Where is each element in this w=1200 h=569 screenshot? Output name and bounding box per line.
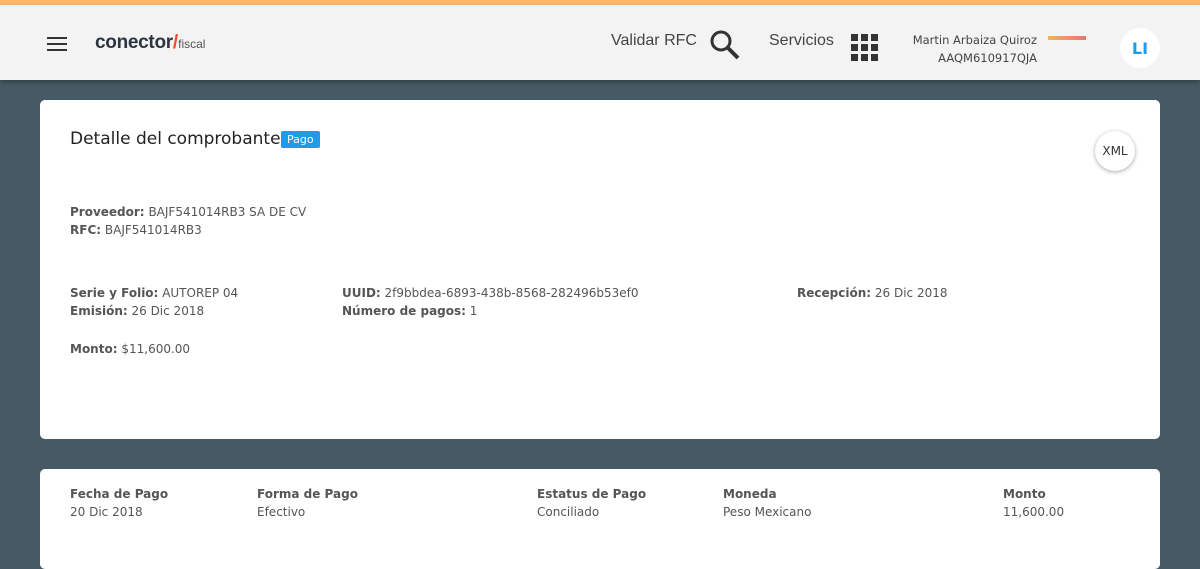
payment-col-forma: Forma de Pago Efectivo (257, 487, 358, 519)
search-icon (710, 30, 740, 60)
serie-field: Serie y Folio: AUTOREP 04 (70, 286, 239, 300)
servicios-button[interactable]: Servicios (769, 32, 878, 61)
logo-sub: fiscal (178, 37, 206, 51)
xml-button[interactable]: XML (1095, 131, 1135, 171)
user-info[interactable]: Martin Arbaiza Quiroz AAQM610917QJA (913, 31, 1037, 67)
logo[interactable]: conector/fiscal (95, 32, 205, 54)
monto-field: Monto: $11,600.00 (70, 342, 191, 356)
user-name: Martin Arbaiza Quiroz (912, 33, 1037, 47)
payment-col-monto: Monto 11,600.00 (1003, 487, 1065, 519)
npagos-field: Número de pagos: 1 (342, 304, 478, 318)
emision-field: Emisión: 26 Dic 2018 (70, 304, 205, 318)
recepcion-field: Recepción: 26 Dic 2018 (797, 286, 948, 300)
servicios-label: Servicios (769, 32, 834, 49)
app-header: conector/fiscal Validar RFC Servicios Ma… (0, 5, 1200, 80)
rfc-field: RFC: BAJF541014RB3 (70, 223, 202, 237)
apps-grid-icon (851, 34, 878, 61)
page-title: Detalle del comprobante (70, 129, 281, 149)
payment-col-estatus: Estatus de Pago Conciliado (537, 487, 647, 519)
company-logo (1048, 36, 1086, 40)
avatar[interactable]: LI (1120, 28, 1160, 68)
menu-icon[interactable] (47, 37, 67, 51)
detail-card: Detalle del comprobante Pago XML Proveed… (40, 100, 1160, 439)
validar-rfc-label: Validar RFC (611, 32, 697, 49)
payments-card: Fecha de Pago 20 Dic 2018 Forma de Pago Ef… (40, 469, 1160, 569)
payment-col-moneda: Moneda Peso Mexicano (723, 487, 812, 519)
validar-rfc-button[interactable]: Validar RFC (611, 30, 740, 60)
user-rfc: AAQM610917QJA (938, 51, 1037, 65)
proveedor-field: Proveedor: BAJF541014RB3 SA DE CV (70, 205, 307, 219)
payment-col-fecha: Fecha de Pago 20 Dic 2018 (70, 487, 169, 519)
logo-main: conector (95, 32, 173, 53)
type-badge: Pago (281, 131, 320, 148)
uuid-field: UUID: 2f9bbdea-6893-438b-8568-282496b53e… (342, 286, 639, 300)
